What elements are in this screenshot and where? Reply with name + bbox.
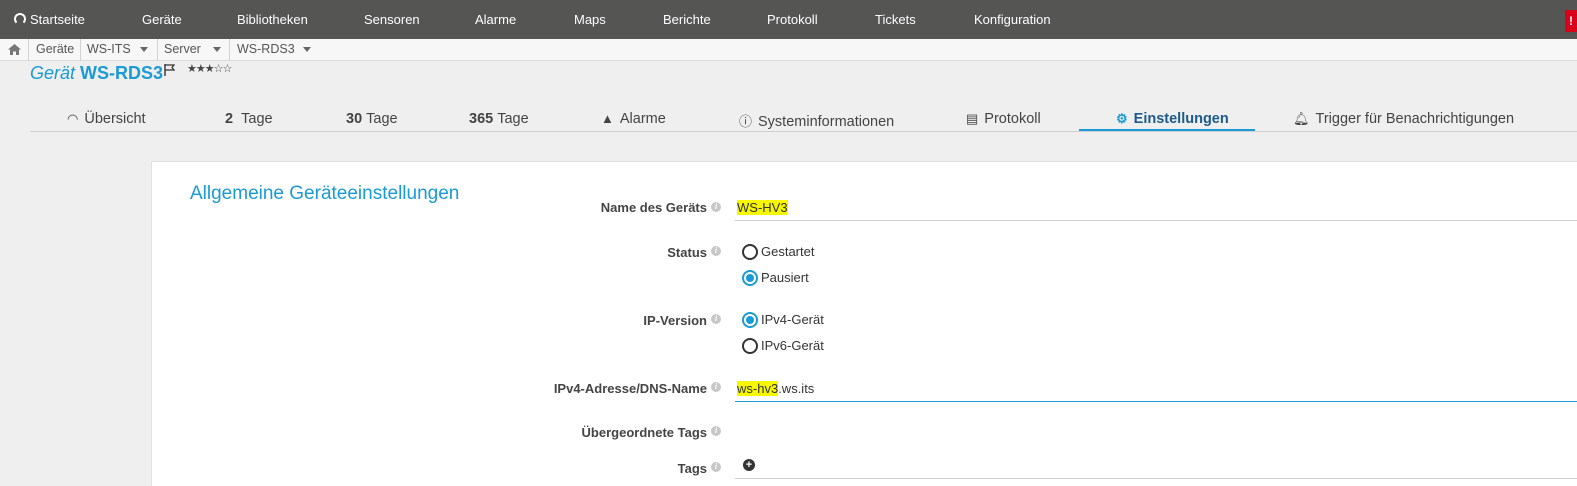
radio-button[interactable]	[742, 338, 758, 354]
info-icon[interactable]: i	[711, 426, 721, 436]
tab-label: Tage	[366, 111, 398, 127]
label-device-name: Name des Geräts	[600, 200, 707, 215]
top-navigation: Startseite Geräte Bibliotheken Sensoren …	[0, 0, 1577, 39]
nav-konfiguration[interactable]: Konfiguration	[974, 12, 1051, 27]
breadcrumb-divider	[229, 39, 230, 61]
ip-option-ipv4[interactable]: IPv4-Gerät	[742, 312, 824, 328]
flag-icon[interactable]	[164, 64, 175, 76]
page-title: Gerät WS-RDS3	[30, 63, 163, 84]
tab-label: Übersicht	[84, 111, 146, 127]
info-icon[interactable]: i	[711, 314, 721, 324]
chevron-down-icon[interactable]	[303, 47, 311, 52]
breadcrumb-geraete[interactable]: Geräte	[36, 42, 74, 56]
address-field[interactable]: ws-hv3.ws.its	[735, 378, 1577, 402]
device-name: WS-RDS3	[80, 63, 164, 83]
device-name-value: WS-HV3	[737, 200, 788, 215]
nav-alarme[interactable]: Alarme	[475, 12, 516, 27]
tab-active-indicator	[1079, 129, 1255, 131]
radio-label: IPv6-Gerät	[761, 338, 824, 353]
tab-bar: ◠ Übersicht 2 Tage 30 Tage 365 Tage ▲ Alar…	[0, 100, 1577, 132]
tags-field-underline	[735, 478, 1577, 479]
device-name-field[interactable]: WS-HV3	[735, 197, 1577, 221]
chevron-down-icon[interactable]	[140, 47, 148, 52]
bell-icon: 🔔︎	[1293, 111, 1310, 126]
gauge-icon: ◠	[67, 111, 79, 126]
dashboard-icon	[14, 13, 26, 25]
breadcrumb-divider	[28, 39, 29, 61]
radio-button[interactable]	[742, 244, 758, 260]
label-parent-tags: Übergeordnete Tags	[581, 425, 707, 440]
chevron-down-icon[interactable]	[213, 47, 221, 52]
ip-option-ipv6[interactable]: IPv6-Gerät	[742, 338, 824, 354]
radio-button-checked[interactable]	[742, 270, 758, 286]
nav-protokoll[interactable]: Protokoll	[767, 12, 818, 27]
status-option-paused[interactable]: Pausiert	[742, 270, 809, 286]
tab-systeminformationen[interactable]: ⓘ Systeminformationen	[739, 111, 894, 130]
home-icon[interactable]	[8, 44, 21, 55]
alert-badge[interactable]: !	[1565, 10, 1577, 32]
breadcrumb-divider	[157, 39, 158, 61]
nav-berichte[interactable]: Berichte	[663, 12, 711, 27]
tab-number: 365	[469, 111, 494, 127]
breadcrumb-divider	[80, 39, 81, 61]
tab-protokoll[interactable]: ▤ Protokoll	[966, 111, 1041, 127]
label-tags: Tags	[677, 461, 707, 476]
breadcrumb-server[interactable]: Server	[164, 42, 201, 56]
gear-icon: ⚙	[1116, 111, 1128, 126]
tab-label: Protokoll	[984, 111, 1041, 127]
tab-label: Alarme	[619, 111, 666, 127]
tab-number: 30	[346, 111, 363, 127]
tab-label: Systeminformationen	[758, 114, 895, 130]
section-title: Allgemeine Geräteeinstellungen	[190, 183, 460, 204]
breadcrumb-ws-its[interactable]: WS-ITS	[87, 42, 131, 56]
log-icon: ▤	[966, 111, 979, 126]
address-value: ws-hv3.ws.its	[737, 381, 814, 396]
tab-label: Tage	[497, 111, 529, 127]
tab-uebersicht[interactable]: ◠ Übersicht	[67, 111, 146, 127]
nav-bibliotheken[interactable]: Bibliotheken	[237, 12, 308, 27]
tab-365-tage[interactable]: 365 Tage	[469, 111, 529, 127]
device-kind: Gerät	[30, 63, 76, 83]
tab-divider	[30, 131, 1577, 132]
tab-number: 2	[225, 111, 234, 127]
tab-trigger[interactable]: 🔔︎ Trigger für Benachrichtigungen	[1293, 111, 1514, 127]
radio-label: Pausiert	[761, 270, 809, 285]
address-value-highlight: ws-hv3	[737, 381, 779, 396]
nav-tickets[interactable]: Tickets	[875, 12, 916, 27]
status-option-started[interactable]: Gestartet	[742, 244, 814, 260]
tab-label: Tage	[241, 111, 273, 127]
label-address: IPv4-Adresse/DNS-Name	[553, 381, 707, 396]
nav-sensoren[interactable]: Sensoren	[364, 12, 420, 27]
address-value-rest: .ws.its	[778, 381, 815, 396]
info-icon[interactable]: i	[711, 462, 721, 472]
tab-alarme[interactable]: ▲ Alarme	[601, 111, 666, 127]
info-icon[interactable]: i	[711, 382, 721, 392]
breadcrumb-ws-rds3[interactable]: WS-RDS3	[237, 42, 295, 56]
info-icon[interactable]: i	[711, 246, 721, 256]
label-status: Status	[667, 245, 707, 260]
add-tag-icon[interactable]: +	[743, 459, 755, 471]
nav-geraete[interactable]: Geräte	[142, 12, 182, 27]
nav-startseite[interactable]: Startseite	[14, 12, 85, 27]
tab-2-tage[interactable]: 2 Tage	[225, 111, 273, 127]
nav-maps[interactable]: Maps	[574, 12, 606, 27]
info-icon[interactable]: i	[711, 202, 721, 212]
nav-label: Startseite	[30, 12, 85, 27]
info-icon: ⓘ	[739, 114, 753, 129]
tab-einstellungen[interactable]: ⚙ Einstellungen	[1116, 111, 1229, 127]
tab-label: Trigger für Benachrichtigungen	[1315, 111, 1515, 127]
warning-icon: ▲	[601, 111, 614, 126]
priority-stars[interactable]: ★★★☆☆	[187, 62, 232, 75]
radio-label: IPv4-Gerät	[761, 312, 824, 327]
breadcrumb: Geräte WS-ITS Server WS-RDS3	[0, 39, 1577, 61]
tab-30-tage[interactable]: 30 Tage	[346, 111, 398, 127]
label-ip-version: IP-Version	[643, 313, 707, 328]
radio-button-checked[interactable]	[742, 312, 758, 328]
radio-label: Gestartet	[761, 244, 815, 259]
tab-label: Einstellungen	[1133, 111, 1229, 127]
